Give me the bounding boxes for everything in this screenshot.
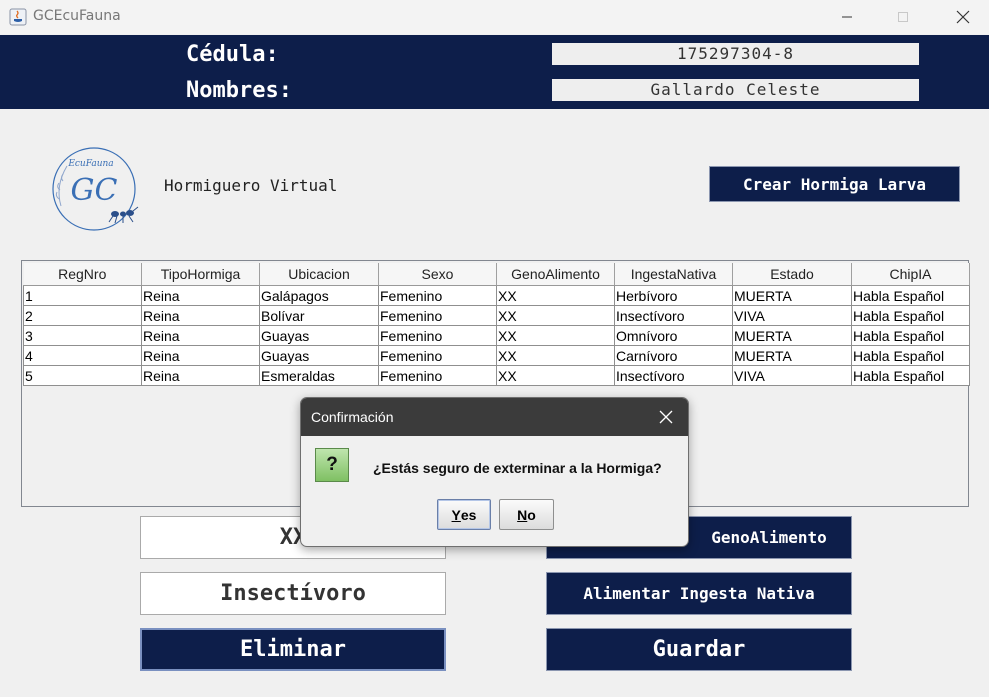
dialog-close-button[interactable]: [655, 406, 677, 428]
table-cell[interactable]: XX: [496, 305, 615, 326]
question-icon: ?: [315, 448, 349, 482]
table-cell[interactable]: XX: [496, 285, 615, 306]
table-cell[interactable]: 1: [23, 285, 142, 306]
dialog-title: Confirmación: [311, 409, 394, 425]
table-cell[interactable]: Habla Español: [851, 325, 970, 346]
java-app-icon: [9, 8, 27, 26]
column-header-tipohormiga[interactable]: TipoHormiga: [141, 263, 260, 286]
hormigas-grid[interactable]: RegNro TipoHormiga Ubicacion Sexo GenoAlimen…: [23, 263, 970, 386]
table-cell[interactable]: Herbívoro: [614, 285, 733, 306]
table-row[interactable]: 2 Reina Bolívar Femenino XX Insectívoro VIVA Ha…: [23, 305, 970, 326]
nombres-field[interactable]: Gallardo Celeste: [552, 79, 919, 101]
cedula-label: Cédula:: [186, 42, 279, 67]
column-header-estado[interactable]: Estado: [732, 263, 852, 286]
table-row[interactable]: 3 Reina Guayas Femenino XX Omnívoro MUERTA Habl…: [23, 325, 970, 346]
geno-alimento-label: GenoAlimento: [711, 528, 827, 547]
table-cell[interactable]: Reina: [141, 285, 260, 306]
table-cell[interactable]: Carnívoro: [614, 345, 733, 366]
table-cell[interactable]: Habla Español: [851, 365, 970, 386]
close-icon: [659, 410, 673, 424]
no-button[interactable]: No: [499, 499, 554, 530]
column-header-genoalimento[interactable]: GenoAlimento: [496, 263, 615, 286]
table-row[interactable]: 1 Reina Galápagos Femenino XX Herbívoro MUERTA…: [23, 285, 970, 306]
yes-mnemonic: Y: [451, 506, 461, 523]
table-cell[interactable]: Guayas: [259, 345, 379, 366]
ecufauna-logo: EcuFauna GC: [47, 144, 143, 236]
cedula-field[interactable]: 175297304-8: [552, 43, 919, 65]
minimize-icon: [842, 16, 852, 18]
table-cell[interactable]: Reina: [141, 345, 260, 366]
window-close-button[interactable]: [940, 0, 986, 34]
maximize-button[interactable]: [880, 0, 926, 34]
table-cell[interactable]: Insectívoro: [614, 305, 733, 326]
table-cell[interactable]: MUERTA: [732, 285, 852, 306]
eliminar-button[interactable]: Eliminar: [140, 628, 446, 671]
table-cell[interactable]: Habla Español: [851, 285, 970, 306]
table-cell[interactable]: Femenino: [378, 365, 497, 386]
column-header-regnro[interactable]: RegNro: [23, 263, 142, 286]
table-cell[interactable]: Reina: [141, 365, 260, 386]
table-cell[interactable]: Galápagos: [259, 285, 379, 306]
column-header-sexo[interactable]: Sexo: [378, 263, 497, 286]
no-label: o: [527, 506, 536, 523]
nombres-label: Nombres:: [186, 78, 292, 103]
table-header-row: RegNro TipoHormiga Ubicacion Sexo GenoAlimen…: [23, 263, 970, 286]
column-header-ubicacion[interactable]: Ubicacion: [259, 263, 379, 286]
table-cell[interactable]: Femenino: [378, 345, 497, 366]
table-cell[interactable]: 5: [23, 365, 142, 386]
table-cell[interactable]: Bolívar: [259, 305, 379, 326]
table-cell[interactable]: Guayas: [259, 325, 379, 346]
maximize-icon: [898, 12, 908, 22]
table-row[interactable]: 5 Reina Esmeraldas Femenino XX Insectívoro VIV…: [23, 365, 970, 386]
hormiguero-label: Hormiguero Virtual: [164, 176, 338, 195]
table-cell[interactable]: Femenino: [378, 325, 497, 346]
table-cell[interactable]: Habla Español: [851, 345, 970, 366]
table-cell[interactable]: XX: [496, 345, 615, 366]
logo-top-text: EcuFauna: [67, 159, 113, 169]
table-cell[interactable]: Insectívoro: [614, 365, 733, 386]
table-cell[interactable]: VIVA: [732, 305, 852, 326]
table-cell[interactable]: VIVA: [732, 365, 852, 386]
column-header-ingestanativa[interactable]: IngestaNativa: [614, 263, 733, 286]
table-cell[interactable]: XX: [496, 365, 615, 386]
ingesta-value-button[interactable]: Insectívoro: [140, 572, 446, 615]
table-cell[interactable]: Femenino: [378, 285, 497, 306]
table-cell[interactable]: MUERTA: [732, 325, 852, 346]
close-icon: [956, 10, 970, 24]
dialog-message: ¿Estás seguro de exterminar a la Hormiga…: [373, 460, 662, 476]
table-cell[interactable]: 4: [23, 345, 142, 366]
window-title: GCEcuFauna: [33, 8, 121, 24]
crear-hormiga-larva-button[interactable]: Crear Hormiga Larva: [709, 166, 960, 202]
table-cell[interactable]: 3: [23, 325, 142, 346]
table-cell[interactable]: Reina: [141, 325, 260, 346]
table-cell[interactable]: Habla Español: [851, 305, 970, 326]
table-cell[interactable]: Omnívoro: [614, 325, 733, 346]
table-cell[interactable]: 2: [23, 305, 142, 326]
table-cell[interactable]: MUERTA: [732, 345, 852, 366]
alimentar-ingesta-nativa-button[interactable]: Alimentar Ingesta Nativa: [546, 572, 852, 615]
minimize-button[interactable]: [824, 0, 870, 34]
yes-label: es: [460, 506, 477, 523]
confirmation-dialog: Confirmación ? ¿Estás seguro de extermin…: [300, 397, 689, 547]
table-cell[interactable]: Femenino: [378, 305, 497, 326]
column-header-chipia[interactable]: ChipIA: [851, 263, 970, 286]
no-mnemonic: N: [517, 506, 528, 523]
table-row[interactable]: 4 Reina Guayas Femenino XX Carnívoro MUERTA Hab…: [23, 345, 970, 366]
table-cell[interactable]: Esmeraldas: [259, 365, 379, 386]
table-cell[interactable]: XX: [496, 325, 615, 346]
guardar-button[interactable]: Guardar: [546, 628, 852, 671]
yes-button[interactable]: Yes: [437, 499, 491, 530]
logo-gc-text: GC: [71, 173, 118, 208]
table-cell[interactable]: Reina: [141, 305, 260, 326]
